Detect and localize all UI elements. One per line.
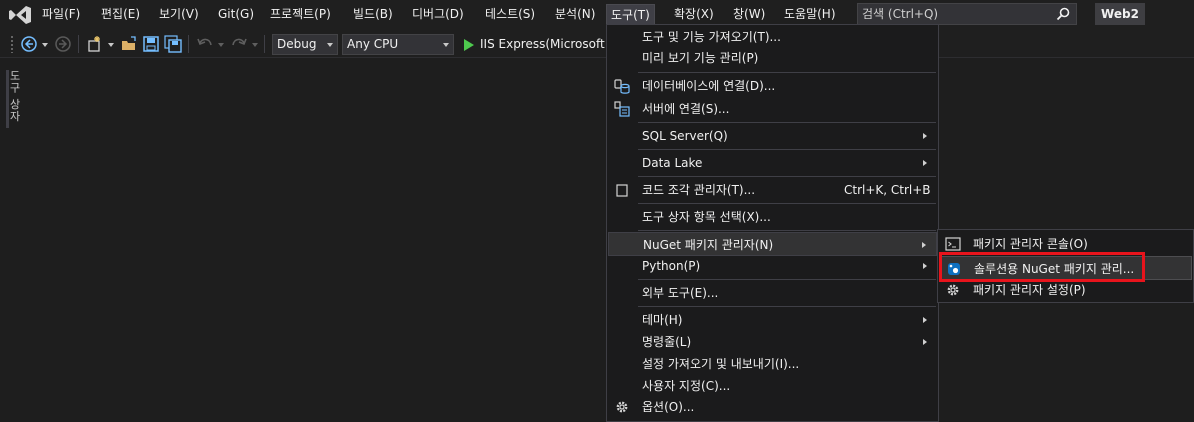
- submenu-arrow-icon: [922, 242, 926, 248]
- menu-build[interactable]: 빌드(B): [349, 4, 397, 25]
- menu-item-choose-toolbox-items[interactable]: 도구 상자 항목 선택(X)...: [608, 205, 937, 229]
- gear-icon: [947, 284, 959, 296]
- menu-item-label: 설정 가져오기 및 내보내기(I)...: [642, 357, 800, 371]
- save-icon[interactable]: [142, 35, 160, 53]
- menu-item-python[interactable]: Python(P): [608, 254, 937, 278]
- chevron-down-icon: [443, 43, 449, 47]
- toolbox-tab[interactable]: 도구 상자: [6, 70, 22, 128]
- new-project-icon[interactable]: [86, 35, 104, 53]
- redo-icon[interactable]: [230, 35, 248, 53]
- start-debugging-button[interactable]: IIS Express(Microsoft Edge): [460, 34, 610, 55]
- chevron-down-icon[interactable]: [218, 43, 224, 47]
- menu-item-external-tools[interactable]: 외부 도구(E)...: [608, 281, 937, 305]
- menu-item-label: 미리 보기 기능 관리(P): [642, 51, 759, 65]
- platform-select[interactable]: Any CPU: [342, 34, 454, 55]
- search-box[interactable]: [857, 3, 1077, 25]
- server-connect-icon: [614, 101, 630, 117]
- menu-bar: 파일(F) 편집(E) 보기(V) Git(G) 프로젝트(P) 빌드(B) 디…: [0, 0, 1194, 30]
- menu-item-data-lake[interactable]: Data Lake: [608, 151, 937, 175]
- menu-item-code-snippets[interactable]: 코드 조각 관리자(T)... Ctrl+K, Ctrl+B: [608, 178, 937, 202]
- menu-separator: [638, 279, 936, 280]
- toolbar-separator: [78, 35, 79, 53]
- menu-git[interactable]: Git(G): [214, 4, 258, 25]
- menu-item-label: Data Lake: [642, 156, 703, 170]
- menu-item-label: Python(P): [642, 259, 701, 273]
- run-target-label: IIS Express(Microsoft Edge): [480, 37, 610, 51]
- highlight-annotation-box: [939, 252, 1145, 282]
- submenu-arrow-icon: [923, 317, 927, 323]
- menu-item-label: 테마(H): [642, 313, 683, 327]
- menu-item-options[interactable]: 옵션(O)...: [608, 395, 937, 419]
- menu-analyze[interactable]: 분석(N): [551, 4, 599, 25]
- configuration-select[interactable]: Debug: [272, 34, 338, 55]
- menu-separator: [638, 306, 936, 307]
- toolbar-separator: [264, 35, 265, 53]
- menu-separator: [638, 149, 936, 150]
- menu-item-command-line[interactable]: 명령줄(L): [608, 330, 937, 354]
- menu-project[interactable]: 프로젝트(P): [266, 4, 335, 25]
- menu-view[interactable]: 보기(V): [155, 4, 203, 25]
- menu-item-theme[interactable]: 테마(H): [608, 308, 937, 332]
- menu-item-label: 명령줄(L): [642, 335, 692, 349]
- code-snippet-icon: [616, 184, 628, 197]
- navigate-back-icon[interactable]: [20, 35, 38, 53]
- menu-tools[interactable]: 도구(T): [606, 4, 655, 25]
- navigate-forward-icon[interactable]: [54, 35, 72, 53]
- menu-edit[interactable]: 편집(E): [97, 4, 144, 25]
- toolbar-separator: [188, 35, 189, 53]
- menu-separator: [638, 203, 936, 204]
- open-folder-icon[interactable]: [120, 35, 138, 53]
- chevron-down-icon[interactable]: [108, 43, 114, 47]
- menu-item-nuget-package-manager[interactable]: NuGet 패키지 관리자(N): [608, 232, 937, 256]
- play-icon: [464, 39, 474, 51]
- menu-item-connect-server[interactable]: 서버에 연결(S)...: [608, 97, 937, 121]
- solution-name-badge[interactable]: Web2: [1095, 3, 1145, 25]
- configuration-value: Debug: [277, 37, 317, 51]
- menu-item-label: 코드 조각 관리자(T)...: [642, 183, 756, 197]
- submenu-arrow-icon: [923, 133, 927, 139]
- menu-extensions[interactable]: 확장(X): [670, 4, 718, 25]
- search-input[interactable]: [862, 6, 1052, 22]
- menu-item-label: 도구 상자 항목 선택(X)...: [642, 210, 771, 224]
- menu-separator: [638, 122, 936, 123]
- menu-file[interactable]: 파일(F): [38, 4, 84, 25]
- chevron-down-icon[interactable]: [42, 43, 48, 47]
- menu-window[interactable]: 창(W): [729, 4, 769, 25]
- chevron-down-icon: [327, 43, 333, 47]
- menu-item-label: 데이터베이스에 연결(D)...: [642, 79, 776, 93]
- menu-item-import-export-settings[interactable]: 설정 가져오기 및 내보내기(I)...: [608, 352, 937, 376]
- menu-test[interactable]: 테스트(S): [481, 4, 539, 25]
- toolbar-grip[interactable]: [10, 35, 14, 53]
- undo-icon[interactable]: [196, 35, 214, 53]
- menu-item-preview-features[interactable]: 미리 보기 기능 관리(P): [608, 46, 937, 70]
- menu-item-label: 옵션(O)...: [642, 400, 695, 414]
- tools-menu: 도구 및 기능 가져오기(T)... 미리 보기 기능 관리(P) 데이터베이스…: [606, 24, 939, 422]
- gear-icon: [616, 401, 628, 413]
- chevron-down-icon[interactable]: [252, 43, 258, 47]
- menu-separator: [638, 176, 936, 177]
- menu-item-sql-server[interactable]: SQL Server(Q): [608, 124, 937, 148]
- toolbox-sidebar: 도구 상자: [0, 58, 26, 422]
- database-connect-icon: [614, 79, 630, 94]
- menu-separator: [638, 72, 936, 73]
- save-all-icon[interactable]: [164, 35, 182, 53]
- menu-item-label: SQL Server(Q): [642, 129, 728, 143]
- search-icon[interactable]: [1056, 7, 1070, 21]
- menu-help[interactable]: 도움말(H): [780, 4, 840, 25]
- menu-item-connect-database[interactable]: 데이터베이스에 연결(D)...: [608, 74, 937, 98]
- menu-debug[interactable]: 디버그(D): [408, 4, 468, 25]
- submenu-arrow-icon: [923, 160, 927, 166]
- submenu-arrow-icon: [923, 339, 927, 345]
- menu-separator: [638, 230, 936, 231]
- visual-studio-logo-icon[interactable]: [8, 4, 32, 26]
- menu-item-label: 외부 도구(E)...: [642, 286, 719, 300]
- menu-item-shortcut: Ctrl+K, Ctrl+B: [844, 183, 931, 197]
- console-icon: [945, 237, 961, 251]
- platform-value: Any CPU: [347, 37, 399, 51]
- menu-item-label: 서버에 연결(S)...: [642, 102, 730, 116]
- submenu-arrow-icon: [923, 263, 927, 269]
- standard-toolbar: Debug Any CPU IIS Express(Microsoft Edge…: [0, 30, 1194, 58]
